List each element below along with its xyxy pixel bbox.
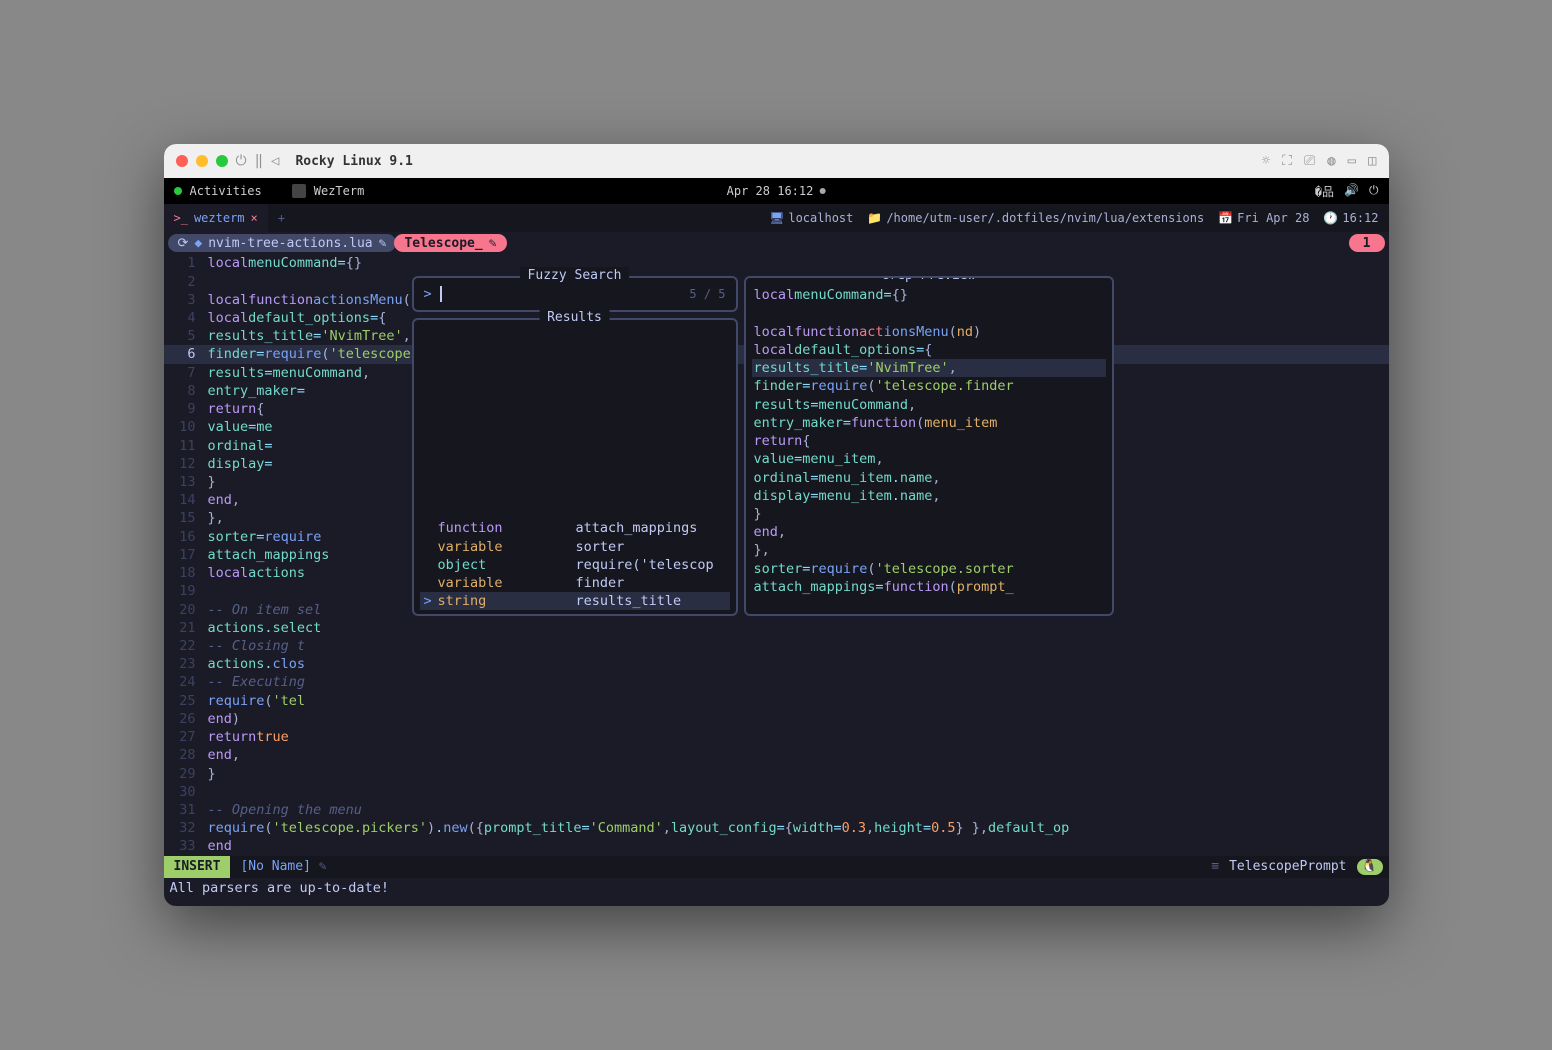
time-label: 16:12 (1342, 211, 1378, 225)
maximize-window-button[interactable] (216, 155, 228, 167)
search-prompt-icon: > (424, 285, 432, 303)
nvim-winbar: ⟳ ◆ nvim-tree-actions.lua ✎ Telescope_ ✎… (164, 232, 1389, 254)
result-row[interactable]: variablesorter (420, 538, 730, 556)
clock-icon: 🕐 (1323, 211, 1338, 225)
host-icon: 🖥 (769, 211, 784, 225)
telescope-search-panel: Fuzzy Search > 5 / 5 (412, 276, 738, 312)
telescope-pill: Telescope_ ✎ (394, 234, 506, 252)
result-row[interactable]: functionattach_mappings (420, 519, 730, 537)
cwd-label: /home/utm-user/.dotfiles/nvim/lua/extens… (886, 211, 1204, 225)
edit-icon: ✎ (489, 236, 497, 251)
terminal-tab[interactable]: >_ wezterm × (164, 204, 268, 232)
nvim-statusline: INSERT [No Name] ✎ ≡ TelescopePrompt 🐧 (164, 856, 1389, 878)
network-icon[interactable]: �品 (1315, 183, 1334, 200)
globe-icon[interactable]: ◍ (1327, 153, 1335, 169)
minimize-window-button[interactable] (196, 155, 208, 167)
telescope-preview-panel: Grep Preview local menuCommand = {} loca… (744, 276, 1114, 616)
clock-label[interactable]: Apr 28 16:12 (727, 184, 814, 198)
tab-close-icon[interactable]: × (251, 211, 258, 225)
calendar-icon: 📅 (1218, 211, 1233, 225)
vm-name-label: Rocky Linux 9.1 (295, 154, 412, 169)
power-icon[interactable]: ⏻ (236, 153, 247, 169)
mode-indicator: INSERT (164, 856, 231, 878)
results-title: Results (539, 309, 610, 327)
selection-caret-icon: > (424, 592, 438, 610)
lua-file-icon: ◆ (194, 236, 202, 251)
display-icon[interactable]: ☼ (1262, 153, 1270, 169)
linux-icon: 🐧 (1357, 859, 1383, 875)
new-tab-button[interactable]: + (268, 211, 295, 225)
wezterm-tabbar: >_ wezterm × + 🖥 localhost 📁 /home/utm-u… (164, 204, 1389, 232)
activities-button[interactable]: Activities (190, 184, 262, 198)
host-titlebar: ⏻ ‖ ◁ Rocky Linux 9.1 ☼ ⛶ ⎚ ◍ ▭ ◫ (164, 144, 1389, 178)
editor-viewport[interactable]: 1local menuCommand = {} 2 3local functio… (164, 254, 1389, 855)
telescope-title: Telescope_ (404, 236, 482, 251)
wezterm-app-icon (292, 184, 306, 198)
pause-icon[interactable]: ‖ (255, 153, 263, 169)
windows-icon[interactable]: ◫ (1368, 153, 1376, 169)
result-row[interactable]: objectrequire('telescop (420, 556, 730, 574)
power-menu-icon[interactable]: ⏻ (1369, 183, 1379, 200)
volume-icon[interactable]: 🔊 (1344, 183, 1359, 200)
folder-path-icon: 📁 (867, 211, 882, 225)
filetype-label: TelescopePrompt (1229, 859, 1346, 874)
activities-dot-icon (174, 187, 182, 195)
host-titlebar-right: ☼ ⛶ ⎚ ◍ ▭ ◫ (1262, 153, 1377, 169)
current-app-label[interactable]: WezTerm (314, 184, 365, 198)
modified-icon: ✎ (319, 859, 327, 874)
search-cursor[interactable] (440, 286, 442, 302)
traffic-lights (176, 155, 228, 167)
sync-icon: ⟳ (178, 236, 189, 251)
nvim-message: All parsers are up-to-date! (164, 878, 1389, 906)
search-title: Fuzzy Search (520, 267, 630, 285)
tab-label: wezterm (194, 211, 245, 225)
buffer-name: [No Name] ✎ (230, 859, 336, 874)
host-label: localhost (788, 211, 853, 225)
results-count: 5 / 5 (689, 286, 725, 302)
hamburger-icon: ≡ (1211, 859, 1219, 874)
telescope-popup: Fuzzy Search > 5 / 5 Results functionatt… (412, 276, 1114, 616)
restart-icon[interactable]: ◁ (271, 153, 279, 169)
date-label: Fri Apr 28 (1237, 211, 1309, 225)
result-row-selected[interactable]: >stringresults_title (420, 592, 730, 610)
notification-dot-icon (819, 188, 825, 194)
resize-icon[interactable]: ⛶ (1282, 153, 1292, 169)
result-row[interactable]: variablefinder (420, 574, 730, 592)
buffer-pill[interactable]: ⟳ ◆ nvim-tree-actions.lua ✎ (168, 234, 397, 252)
edit-icon: ✎ (379, 236, 387, 251)
gnome-topbar: Activities WezTerm Apr 28 16:12 �品 🔊 ⏻ (164, 178, 1389, 204)
preview-title: Grep Preview (874, 276, 984, 285)
drive-icon[interactable]: ⎚ (1304, 153, 1315, 169)
telescope-results-panel: Results functionattach_mappings variable… (412, 318, 738, 616)
close-window-button[interactable] (176, 155, 188, 167)
results-list: functionattach_mappings variablesorter o… (420, 519, 730, 610)
buffer-filename: nvim-tree-actions.lua (208, 236, 372, 251)
folder-icon[interactable]: ▭ (1348, 153, 1356, 169)
diagnostic-count: 1 (1349, 234, 1385, 252)
vm-window: ⏻ ‖ ◁ Rocky Linux 9.1 ☼ ⛶ ⎚ ◍ ▭ ◫ Activi… (164, 144, 1389, 905)
